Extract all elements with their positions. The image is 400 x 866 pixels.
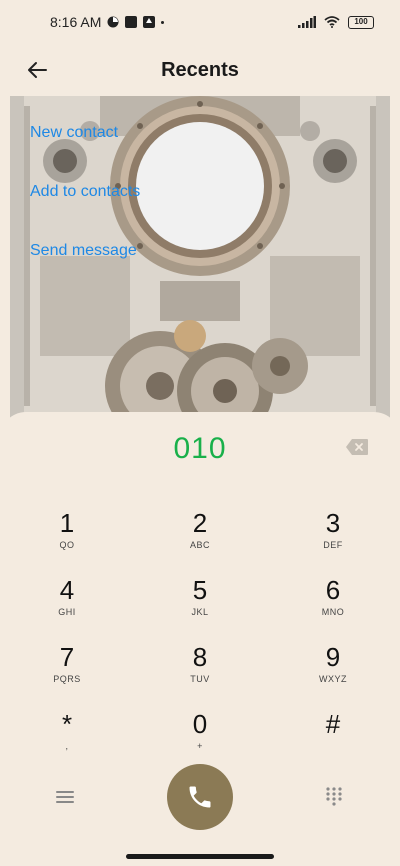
key-digit: 9 (325, 642, 341, 672)
dial-key-7[interactable]: 7 PQRS (22, 642, 112, 696)
key-letters: + (197, 741, 203, 751)
more-notifications-dot-icon (161, 20, 165, 24)
back-arrow-icon[interactable] (24, 56, 52, 84)
key-letters: TUV (190, 674, 210, 684)
battery-icon: 100 (348, 15, 374, 29)
wallpaper-image (10, 96, 390, 426)
new-contact-link[interactable]: New contact (30, 124, 118, 142)
app-header: Recents (0, 44, 400, 96)
dial-key-1[interactable]: 1 QO (22, 508, 112, 562)
key-digit: 3 (325, 508, 341, 538)
key-letters: GHI (58, 607, 76, 617)
key-digit: 8 (192, 642, 208, 672)
home-indicator[interactable] (126, 854, 274, 859)
voicemail-icon: QO (59, 540, 75, 550)
key-digit: # (325, 709, 341, 739)
key-digit: 4 (59, 575, 75, 605)
key-letters: ABC (189, 540, 210, 550)
status-bar: 8:16 AM 100 (0, 0, 400, 44)
dial-key-hash[interactable]: # (288, 709, 378, 763)
key-letters: , (65, 741, 69, 751)
dial-key-3[interactable]: 3 DEF (288, 508, 378, 562)
wifi-icon (324, 16, 340, 28)
dial-key-5[interactable]: 5 JKL (155, 575, 245, 629)
dial-key-6[interactable]: 6 MNO (288, 575, 378, 629)
status-right: 100 (298, 15, 374, 29)
page-title: Recents (161, 58, 239, 81)
key-letters: MNO (321, 607, 345, 617)
key-digit: 2 (192, 508, 208, 538)
add-to-contacts-link[interactable]: Add to contacts (30, 183, 140, 201)
signal-icon (298, 16, 316, 28)
key-letters: JKL (191, 607, 209, 617)
key-letters: DEF (323, 540, 343, 550)
status-time: 8:16 AM (50, 14, 102, 30)
status-left: 8:16 AM (50, 14, 165, 30)
app-notification-icon (107, 16, 119, 28)
key-digit: 6 (325, 575, 341, 605)
phone-icon (189, 786, 211, 808)
key-digit: 0 (192, 709, 208, 739)
key-digit: 7 (59, 642, 75, 672)
menu-icon[interactable] (54, 788, 76, 806)
call-button[interactable] (167, 764, 233, 830)
dial-key-8[interactable]: 8 TUV (155, 642, 245, 696)
key-digit: 5 (192, 575, 208, 605)
key-digit: 1 (59, 508, 75, 538)
notification-square-icon (125, 16, 138, 28)
key-letters: WXYZ (319, 674, 347, 684)
dial-key-9[interactable]: 9 WXYZ (288, 642, 378, 696)
key-digit: * (61, 709, 73, 739)
dial-key-0[interactable]: 0 + (155, 709, 245, 763)
send-message-link[interactable]: Send message (30, 242, 137, 260)
key-letters: PQRS (53, 674, 81, 684)
dial-key-2[interactable]: 2 ABC (155, 508, 245, 562)
keypad-icon[interactable] (324, 786, 344, 806)
dial-key-4[interactable]: 4 GHI (22, 575, 112, 629)
dialed-number: 010 (173, 432, 227, 465)
backspace-icon[interactable] (345, 438, 369, 456)
dial-key-star[interactable]: * , (22, 709, 112, 763)
upload-notification-icon (143, 16, 156, 28)
